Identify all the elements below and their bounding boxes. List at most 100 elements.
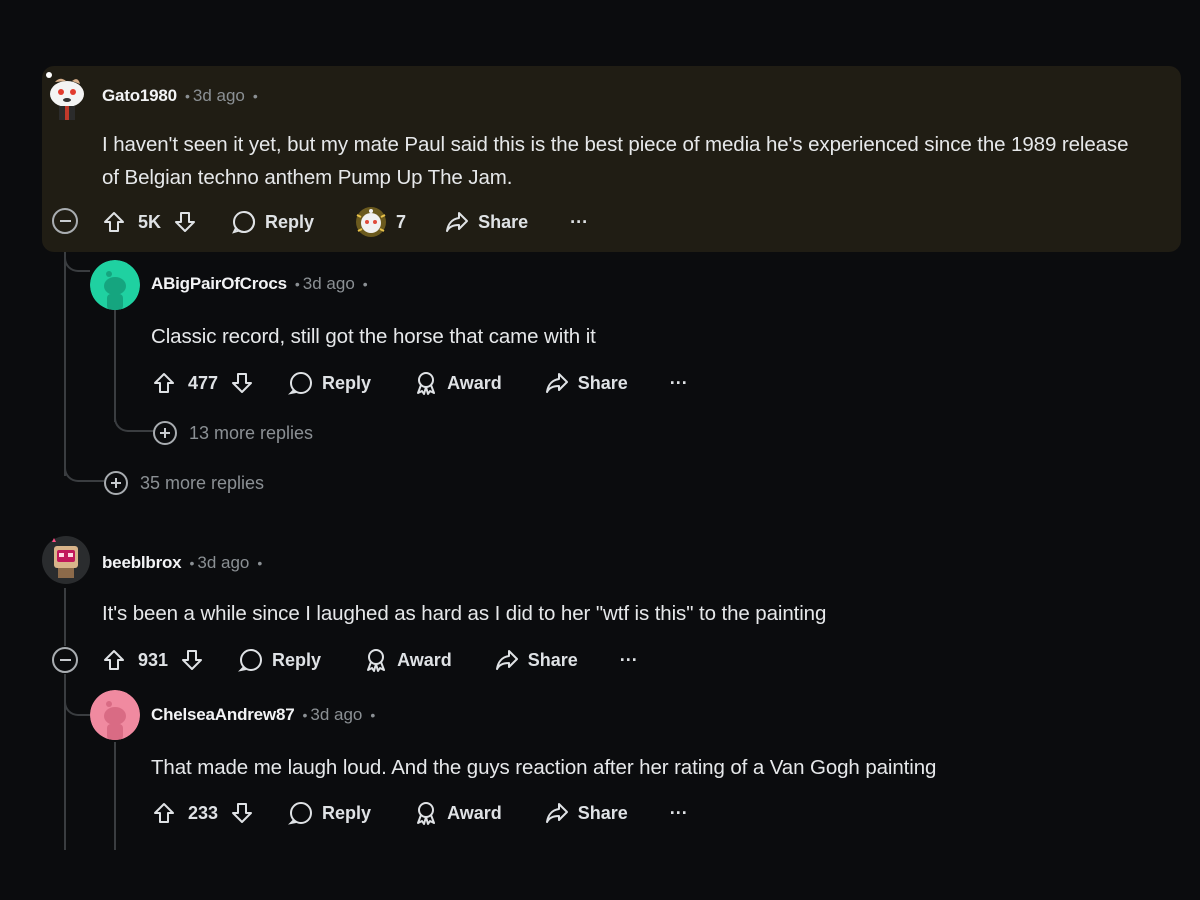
comment-icon: [238, 649, 263, 672]
timestamp[interactable]: 3d ago: [310, 705, 362, 725]
comment-body: I haven't seen it yet, but my mate Paul …: [102, 133, 1129, 189]
comment-body: Classic record, still got the horse that…: [151, 325, 596, 348]
comment-thread: Gato1980 • 3d ago • I haven't seen it ye…: [0, 0, 1200, 900]
reply-button[interactable]: Reply: [238, 647, 321, 673]
share-label: Share: [527, 649, 578, 670]
award-icon: [417, 372, 436, 395]
award-button[interactable]: Award: [363, 647, 452, 673]
username[interactable]: Gato1980: [102, 86, 177, 106]
upvote-icon[interactable]: [102, 210, 126, 234]
comment-actions: 233 Reply Award Share ···: [152, 795, 688, 831]
share-icon: [545, 803, 568, 823]
avatar[interactable]: [90, 260, 140, 310]
share-label: Share: [478, 211, 529, 232]
username[interactable]: ChelseaAndrew87: [151, 705, 295, 725]
collapse-button[interactable]: [52, 647, 78, 673]
separator: •: [184, 88, 190, 104]
comment-meta: ChelseaAndrew87 • 3d ago •: [151, 705, 375, 725]
timestamp[interactable]: 3d ago: [197, 553, 249, 573]
comment-actions: 5K Reply 7 Share ···: [102, 204, 588, 240]
reply-label: Reply: [265, 211, 315, 232]
separator: •: [302, 707, 308, 723]
reply-button[interactable]: Reply: [231, 209, 314, 235]
more-options-icon: ···: [669, 372, 688, 393]
separator: •: [257, 555, 263, 571]
comment-icon: [288, 802, 313, 825]
award-snoo-icon: [356, 207, 387, 237]
separator: •: [294, 276, 300, 292]
username[interactable]: ABigPairOfCrocs: [151, 274, 287, 294]
separator: •: [370, 707, 376, 723]
reply-button[interactable]: Reply: [288, 800, 371, 826]
vote-control: 5K: [102, 210, 197, 234]
vote-count: 233: [188, 802, 219, 823]
comment-meta: Gato1980 • 3d ago •: [102, 86, 258, 106]
collapse-button[interactable]: [52, 208, 78, 234]
comment-meta: ABigPairOfCrocs • 3d ago •: [151, 274, 368, 294]
username[interactable]: beeblbrox: [102, 553, 182, 573]
comment-body: It's been a while since I laughed as har…: [102, 602, 827, 625]
expand-plus-icon: [104, 471, 128, 495]
comment-icon: [232, 211, 256, 234]
thread-line: [64, 236, 66, 476]
downvote-icon[interactable]: [173, 210, 197, 234]
comment-body: That made me laugh loud. And the guys re…: [151, 756, 937, 779]
separator: •: [252, 88, 258, 104]
share-button[interactable]: Share: [494, 647, 578, 673]
award-label: Award: [447, 802, 502, 823]
share-icon: [446, 212, 469, 232]
separator: •: [189, 555, 195, 571]
more-replies-link[interactable]: 13 more replies: [153, 421, 313, 445]
thread-line: [64, 588, 66, 646]
more-options-button[interactable]: ···: [570, 212, 588, 233]
vote-count: 5K: [138, 211, 162, 232]
thread-elbow: [64, 690, 90, 716]
upvote-icon[interactable]: [152, 801, 176, 825]
thread-elbow: [114, 406, 154, 432]
more-options-button[interactable]: ···: [620, 650, 638, 671]
share-button[interactable]: Share: [544, 800, 628, 826]
more-options-icon: ···: [669, 802, 688, 823]
share-label: Share: [577, 372, 628, 393]
reply-label: Reply: [322, 372, 372, 393]
share-label: Share: [577, 802, 628, 823]
timestamp[interactable]: 3d ago: [193, 86, 245, 106]
award-button[interactable]: Award: [413, 800, 502, 826]
award-button[interactable]: 7: [354, 205, 406, 239]
share-icon: [545, 373, 568, 393]
snoo-avatar-icon: [90, 690, 140, 740]
upvote-icon[interactable]: [102, 648, 126, 672]
downvote-icon[interactable]: [230, 801, 254, 825]
award-icon: [367, 649, 386, 672]
downvote-icon[interactable]: [230, 371, 254, 395]
vote-control: 233: [152, 801, 254, 825]
reply-button[interactable]: Reply: [288, 370, 371, 396]
more-replies-link[interactable]: 35 more replies: [104, 471, 264, 495]
downvote-icon[interactable]: [180, 648, 204, 672]
award-button[interactable]: Award: [413, 370, 502, 396]
award-label: Award: [397, 649, 452, 670]
vote-count: 931: [138, 649, 169, 670]
share-button[interactable]: Share: [544, 370, 628, 396]
avatar[interactable]: [90, 690, 140, 740]
award-label: Award: [447, 372, 502, 393]
upvote-icon[interactable]: [152, 371, 176, 395]
vote-count: 477: [188, 372, 219, 393]
comment-actions: 477 Reply Award Share ···: [152, 365, 688, 401]
vote-control: 931: [102, 648, 204, 672]
more-options-button[interactable]: ···: [670, 373, 688, 394]
more-options-icon: ···: [570, 211, 589, 232]
separator: •: [362, 276, 368, 292]
reply-label: Reply: [322, 802, 372, 823]
more-options-button[interactable]: ···: [670, 803, 688, 824]
comment-icon: [288, 372, 313, 395]
thread-elbow: [64, 452, 104, 482]
share-button[interactable]: Share: [444, 209, 528, 235]
comment-actions: 931 Reply Award Share ···: [102, 642, 638, 678]
robot-avatar-icon: [42, 536, 90, 584]
comment-meta: beeblbrox • 3d ago •: [102, 553, 262, 573]
avatar[interactable]: [42, 72, 90, 120]
avatar[interactable]: [42, 536, 90, 584]
timestamp[interactable]: 3d ago: [303, 274, 355, 294]
snoo-avatar-icon: [46, 72, 84, 120]
